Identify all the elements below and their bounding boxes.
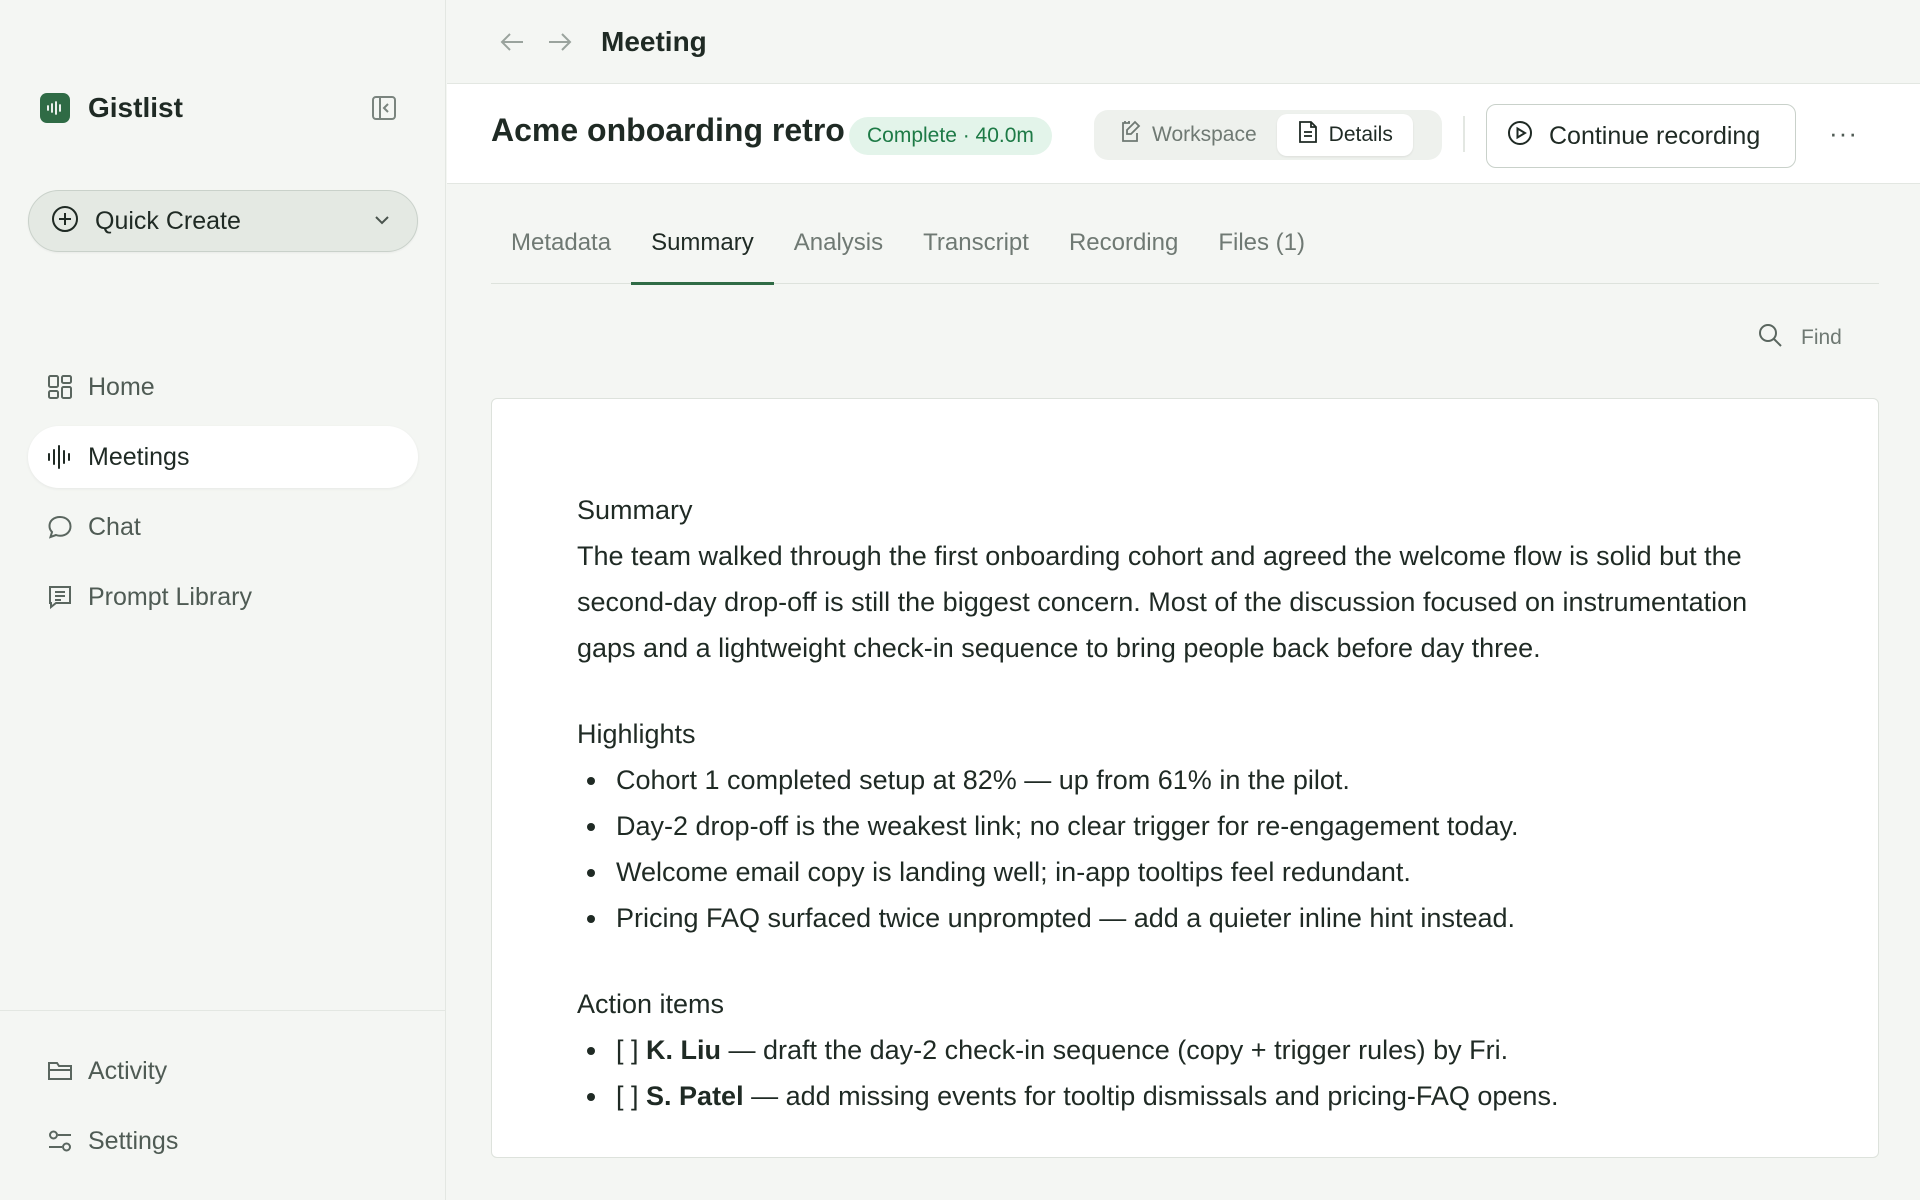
sidebar-bottom-nav: Activity Settings [28,1040,418,1180]
grid-icon [46,373,74,401]
action-item: [ ] S. Patel — add missing events for to… [577,1073,1794,1119]
tab-transcript[interactable]: Transcript [903,231,1049,284]
sidebar-item-label: Chat [88,512,141,541]
action-text: — add missing events for tooltip dismiss… [743,1081,1559,1111]
checkbox-text[interactable]: [ ] [616,1081,639,1111]
waveform-icon [46,443,74,471]
sidebar-item-label: Prompt Library [88,582,252,611]
tab-metadata[interactable]: Metadata [491,231,631,284]
sidebar-item-chat[interactable]: Chat [28,496,418,558]
continue-recording-label: Continue recording [1549,121,1761,150]
more-options-button[interactable]: ··· [1829,118,1858,149]
forward-arrow-icon[interactable] [547,31,573,53]
sidebar-item-label: Activity [88,1056,168,1085]
folder-icon [46,1057,74,1085]
continue-recording-button[interactable]: Continue recording [1486,104,1796,168]
chat-bubble-icon [46,513,74,541]
sidebar-item-activity[interactable]: Activity [28,1040,418,1102]
tab-files[interactable]: Files (1) [1198,231,1325,284]
sidebar-nav: Home Meetings Chat Prompt Library [28,356,418,636]
tab-summary[interactable]: Summary [631,231,774,285]
sidebar-divider [0,1010,446,1011]
action-item: [ ] K. Liu — draft the day-2 check-in se… [577,1027,1794,1073]
find-label: Find [1801,326,1842,349]
tab-recording[interactable]: Recording [1049,231,1198,284]
sidebar-item-prompt-library[interactable]: Prompt Library [28,566,418,628]
sidebar-item-meetings[interactable]: Meetings [28,426,418,488]
page-title: Acme onboarding retro [491,112,845,148]
sidebar: Gistlist Quick Create Home Meetings Chat… [0,0,446,1200]
workspace-view-button[interactable]: Workspace [1098,114,1277,156]
document-icon [1297,120,1319,150]
find-button[interactable]: Find [1757,322,1842,354]
action-owner: K. Liu [646,1035,722,1065]
summary-text: The team walked through the first onboar… [577,541,1748,663]
view-toggle: Workspace Details [1094,110,1442,160]
summary-card: Summary The team walked through the firs… [491,398,1879,1158]
chevron-down-icon [371,209,393,236]
search-icon [1757,322,1783,354]
highlights-list: Cohort 1 completed setup at 82% — up fro… [577,757,1794,941]
checkbox-text[interactable]: [ ] [616,1035,639,1065]
sidebar-item-settings[interactable]: Settings [28,1110,418,1172]
status-badge: Complete · 40.0m [849,117,1052,155]
prompt-list-icon [46,583,74,611]
action-owner: S. Patel [646,1081,744,1111]
list-item: Welcome email copy is landing well; in-a… [577,849,1794,895]
sliders-icon [46,1127,74,1155]
details-label: Details [1328,123,1393,146]
details-view-button[interactable]: Details [1276,114,1413,156]
action-items-heading: Action items [577,989,725,1019]
breadcrumb: Meeting [601,25,707,57]
brand[interactable]: Gistlist [40,92,183,124]
sidebar-item-label: Home [88,372,155,401]
sidebar-item-label: Meetings [88,442,190,471]
top-bar: Meeting [447,0,1920,84]
play-circle-icon [1507,120,1533,153]
action-items-list: [ ] K. Liu — draft the day-2 check-in se… [577,1027,1794,1119]
header-divider [1463,116,1465,152]
back-arrow-icon[interactable] [499,31,525,53]
main-content: Meeting Acme onboarding retro Complete ·… [447,0,1920,1200]
tab-bar: Metadata Summary Analysis Transcript Rec… [491,231,1879,285]
collapse-sidebar-icon[interactable] [370,94,398,122]
action-text: — draft the day-2 check-in sequence (cop… [721,1035,1509,1065]
quick-create-button[interactable]: Quick Create [28,190,418,252]
app-name: Gistlist [88,92,183,123]
workspace-label: Workspace [1152,123,1257,146]
summary-heading: Summary [577,495,693,525]
sidebar-item-home[interactable]: Home [28,356,418,418]
list-item: Pricing FAQ surfaced twice unprompted — … [577,895,1794,941]
sidebar-item-label: Settings [88,1126,179,1155]
meeting-header: Acme onboarding retro Complete · 40.0m W… [447,84,1920,184]
list-item: Cohort 1 completed setup at 82% — up fro… [577,757,1794,803]
edit-note-icon [1118,120,1142,150]
gistlist-logo-icon [40,93,70,123]
highlights-heading: Highlights [577,719,696,749]
quick-create-label: Quick Create [95,206,241,235]
tab-analysis[interactable]: Analysis [774,231,903,284]
plus-circle-icon [51,205,79,238]
list-item: Day-2 drop-off is the weakest link; no c… [577,803,1794,849]
